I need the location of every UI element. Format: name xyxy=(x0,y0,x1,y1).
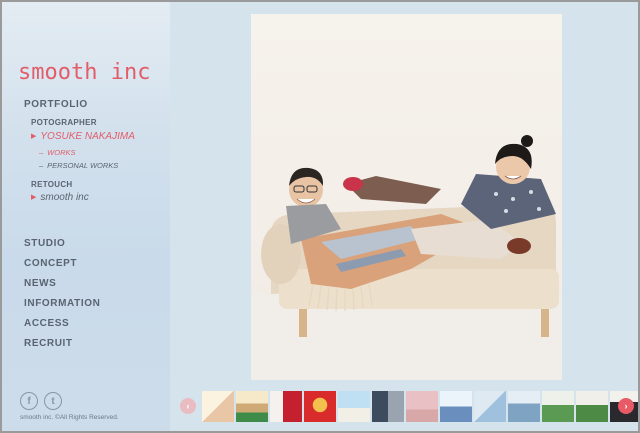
nav-access[interactable]: ACCESS xyxy=(24,318,69,329)
nav-retouch-smooth[interactable]: ▶ smooth inc xyxy=(31,192,89,203)
thumbnail[interactable] xyxy=(406,391,438,422)
page-frame: smooth inc PORTFOLIO POTOGRAPHER ▶ YOSUKE… xyxy=(0,0,640,433)
thumbnail[interactable] xyxy=(236,391,268,422)
thumbnail[interactable] xyxy=(508,391,540,422)
nav-news[interactable]: NEWS xyxy=(24,278,56,289)
nav-works-label: WORKS xyxy=(47,148,76,157)
thumbnail[interactable] xyxy=(576,391,608,422)
thumbnail[interactable] xyxy=(372,391,404,422)
nav-studio[interactable]: STUDIO xyxy=(24,238,65,249)
thumbnail[interactable] xyxy=(474,391,506,422)
nav-information[interactable]: INFORMATION xyxy=(24,298,100,309)
nav-photographer-yosuke[interactable]: ▶ YOSUKE NAKAJIMA xyxy=(31,131,135,142)
nav-portfolio[interactable]: PORTFOLIO xyxy=(24,99,88,110)
main-photo xyxy=(251,14,562,380)
couple-on-sofa-illustration xyxy=(251,135,562,380)
dash-icon: – xyxy=(39,161,44,170)
thumbnail[interactable] xyxy=(304,391,336,422)
thumbnail[interactable] xyxy=(542,391,574,422)
next-arrow-icon[interactable]: › xyxy=(618,398,634,414)
dash-icon: – xyxy=(39,148,44,157)
copyright: smooth inc. ©All Rights Reserved. xyxy=(20,414,119,421)
nav-personal-works[interactable]: – PERSONAL WORKS xyxy=(39,161,118,170)
sidebar: smooth inc PORTFOLIO POTOGRAPHER ▶ YOSUKE… xyxy=(2,2,170,431)
logo[interactable]: smooth inc xyxy=(18,60,150,85)
nav-retouch-heading: RETOUCH xyxy=(31,180,73,189)
arrow-icon: ▶ xyxy=(31,133,37,140)
twitter-icon[interactable]: t xyxy=(44,392,62,410)
thumbnail-strip xyxy=(202,391,638,422)
nav-potographer-heading: POTOGRAPHER xyxy=(31,118,97,127)
thumbnail[interactable] xyxy=(202,391,234,422)
nav-retouch-label: smooth inc xyxy=(40,192,89,203)
facebook-icon[interactable]: f xyxy=(20,392,38,410)
nav-photographer-label: YOSUKE NAKAJIMA xyxy=(40,131,135,142)
nav-recruit[interactable]: RECRUIT xyxy=(24,338,73,349)
prev-arrow-icon[interactable]: ‹ xyxy=(180,398,196,414)
nav-works[interactable]: – WORKS xyxy=(39,148,76,157)
thumbnail[interactable] xyxy=(440,391,472,422)
arrow-icon: ▶ xyxy=(31,194,37,201)
thumbnail[interactable] xyxy=(338,391,370,422)
thumbnail[interactable] xyxy=(270,391,302,422)
nav-personal-works-label: PERSONAL WORKS xyxy=(47,161,119,170)
nav-concept[interactable]: CONCEPT xyxy=(24,258,77,269)
